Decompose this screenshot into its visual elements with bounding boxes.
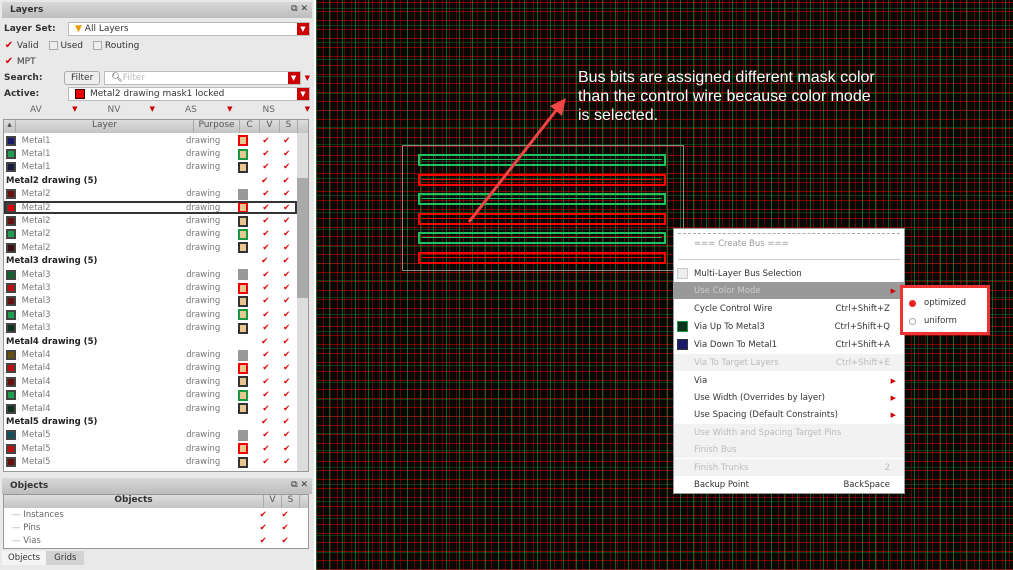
menu-label: Use Color Mode xyxy=(694,285,761,296)
menu-label: Via To Target Layers xyxy=(694,357,779,368)
annotation-text: Bus bits are assigned different mask col… xyxy=(578,69,875,124)
menu-item-use-width-overrides-by-layer[interactable]: Use Width (Overrides by layer) ▶ xyxy=(674,389,904,406)
menu-shortcut: Ctrl+Shift+Q xyxy=(834,321,890,332)
menu-shortcut: 2 xyxy=(884,462,890,473)
arrow-line xyxy=(467,107,560,223)
menu-header: === Create Bus === xyxy=(694,239,789,249)
menu-item-multi-layer-bus-selection[interactable]: Multi-Layer Bus Selection xyxy=(674,265,904,282)
metal1-icon xyxy=(677,339,688,350)
menu-label: Finish Trunks xyxy=(694,462,749,473)
menu-label: Via Up To Metal3 xyxy=(694,321,765,332)
submenu-arrow-icon: ▶ xyxy=(890,410,896,419)
color-mode-option-uniform[interactable]: uniform xyxy=(909,312,981,330)
menu-label: Via Down To Metal1 xyxy=(694,339,778,350)
menu-shortcut: Ctrl+Shift+A xyxy=(835,339,890,350)
menu-item-via[interactable]: Via ▶ xyxy=(674,372,904,389)
menu-item-use-color-mode[interactable]: Use Color Mode ▶ xyxy=(674,282,904,299)
menu-label: Finish Bus xyxy=(694,444,737,455)
menu-item-via-up-to-metal3[interactable]: Via Up To Metal3 Ctrl+Shift+Q xyxy=(674,318,904,335)
metal3-icon xyxy=(677,321,688,332)
menu-label: Backup Point xyxy=(694,479,749,490)
menu-label: Multi-Layer Bus Selection xyxy=(694,268,802,279)
menu-label: Via xyxy=(694,375,708,386)
color-mode-submenu: optimized uniform xyxy=(900,285,990,335)
menu-shortcut: Ctrl+Shift+Z xyxy=(835,303,890,314)
radio-icon xyxy=(909,299,916,307)
menu-label: Use Spacing (Default Constraints) xyxy=(694,409,838,420)
menu-label: Use Width (Overrides by layer) xyxy=(694,392,825,403)
menu-item-finish-bus[interactable]: Finish Bus xyxy=(674,441,904,458)
menu-item-cycle-control-wire[interactable]: Cycle Control Wire Ctrl+Shift+Z xyxy=(674,300,904,317)
create-bus-context-menu: === Create Bus === Multi-Layer Bus Selec… xyxy=(673,228,905,494)
menu-label: Use Width and Spacing Target Pins xyxy=(694,427,842,438)
menu-item-finish-trunks[interactable]: Finish Trunks 2 xyxy=(674,459,904,476)
option-label: optimized xyxy=(924,298,967,308)
menu-item-backup-point[interactable]: Backup Point BackSpace xyxy=(674,476,904,493)
submenu-arrow-icon: ▶ xyxy=(890,393,896,402)
menu-item-use-width-and-spacing-target-pins[interactable]: Use Width and Spacing Target Pins xyxy=(674,424,904,441)
checkbox-icon[interactable] xyxy=(677,268,688,279)
menu-item-via-down-to-metal1[interactable]: Via Down To Metal1 Ctrl+Shift+A xyxy=(674,336,904,353)
menu-shortcut: BackSpace xyxy=(843,479,890,490)
menu-label: Cycle Control Wire xyxy=(694,303,773,314)
submenu-arrow-icon: ▶ xyxy=(890,376,896,385)
submenu-arrow-icon: ▶ xyxy=(890,286,896,295)
menu-item-use-spacing-default-constraints[interactable]: Use Spacing (Default Constraints) ▶ xyxy=(674,406,904,423)
menu-shortcut: Ctrl+Shift+E xyxy=(835,357,890,368)
color-mode-option-optimized[interactable]: optimized xyxy=(909,294,981,312)
option-label: uniform xyxy=(924,316,957,326)
radio-icon xyxy=(909,317,916,325)
menu-item-via-to-target-layers[interactable]: Via To Target Layers Ctrl+Shift+E xyxy=(674,354,904,371)
